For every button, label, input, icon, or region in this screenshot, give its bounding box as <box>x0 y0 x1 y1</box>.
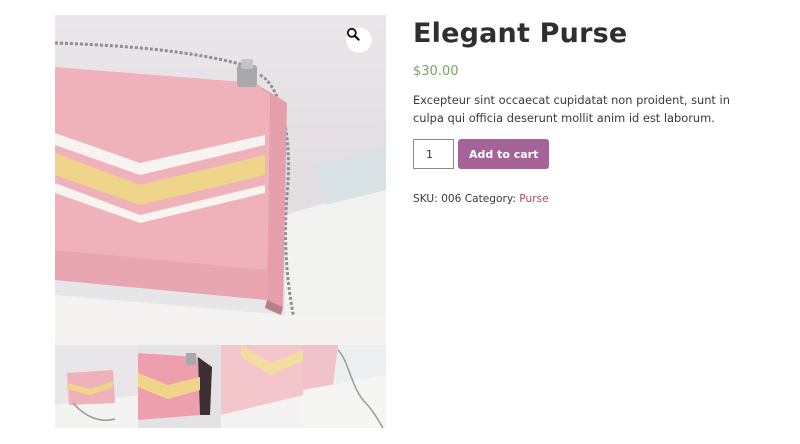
main-product-image[interactable] <box>55 15 386 345</box>
thumbnail-4[interactable] <box>303 345 386 428</box>
zoom-button[interactable] <box>346 27 372 53</box>
thumbnail-2[interactable] <box>137 345 221 428</box>
product-page: Elegant Purse $30.00 Excepteur sint occa… <box>0 0 800 444</box>
add-to-cart-button[interactable]: Add to cart <box>458 139 550 169</box>
product-summary: Elegant Purse $30.00 Excepteur sint occa… <box>413 15 773 205</box>
product-description: Excepteur sint occaecat cupidatat non pr… <box>413 93 730 125</box>
category-link[interactable]: Purse <box>519 193 548 205</box>
product-meta: SKU: 006 Category: Purse <box>413 193 773 205</box>
thumbnail-3[interactable] <box>220 345 304 428</box>
thumbnail-1[interactable] <box>55 345 138 428</box>
product-title: Elegant Purse <box>413 18 628 49</box>
quantity-input[interactable] <box>413 139 454 169</box>
category-label: Category: <box>464 193 516 205</box>
product-price: $30.00 <box>413 64 459 79</box>
sku-label: SKU: <box>413 193 438 205</box>
sku-value: 006 <box>441 193 462 205</box>
thumbnail-strip <box>55 345 386 428</box>
purse-photo <box>55 41 386 345</box>
add-to-cart-form: Add to cart <box>413 139 773 169</box>
